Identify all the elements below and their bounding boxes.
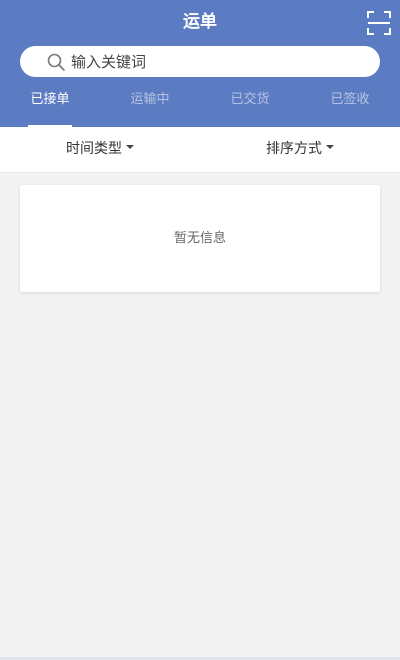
page-title: 运单 [183, 12, 217, 32]
app-header: 运单 已接单 运输中 已交货 已签收 [0, 0, 400, 127]
status-tabs: 已接单 运输中 已交货 已签收 [0, 86, 400, 127]
filter-bar: 时间类型 排序方式 [0, 127, 400, 173]
tab-in-transit[interactable]: 运输中 [100, 86, 200, 127]
tab-label: 已交货 [230, 92, 270, 107]
tab-accepted[interactable]: 已接单 [0, 86, 100, 127]
tab-label: 已签收 [330, 92, 370, 107]
sort-order-dropdown[interactable]: 排序方式 [200, 127, 400, 172]
filter-label: 时间类型 [66, 141, 122, 157]
empty-state-card: 暂无信息 [20, 185, 380, 292]
scan-icon [367, 11, 391, 35]
search-bar[interactable] [20, 46, 380, 77]
caret-down-icon [326, 145, 334, 149]
tab-label: 运输中 [130, 92, 170, 107]
time-type-dropdown[interactable]: 时间类型 [0, 127, 200, 172]
search-input[interactable] [71, 46, 361, 77]
tab-signed[interactable]: 已签收 [300, 86, 400, 127]
scan-button[interactable] [366, 10, 392, 36]
caret-down-icon [126, 145, 134, 149]
filter-label: 排序方式 [266, 141, 322, 157]
search-icon [47, 53, 65, 71]
tab-label: 已接单 [30, 92, 70, 107]
empty-message: 暂无信息 [173, 231, 226, 246]
tab-delivered[interactable]: 已交货 [200, 86, 300, 127]
